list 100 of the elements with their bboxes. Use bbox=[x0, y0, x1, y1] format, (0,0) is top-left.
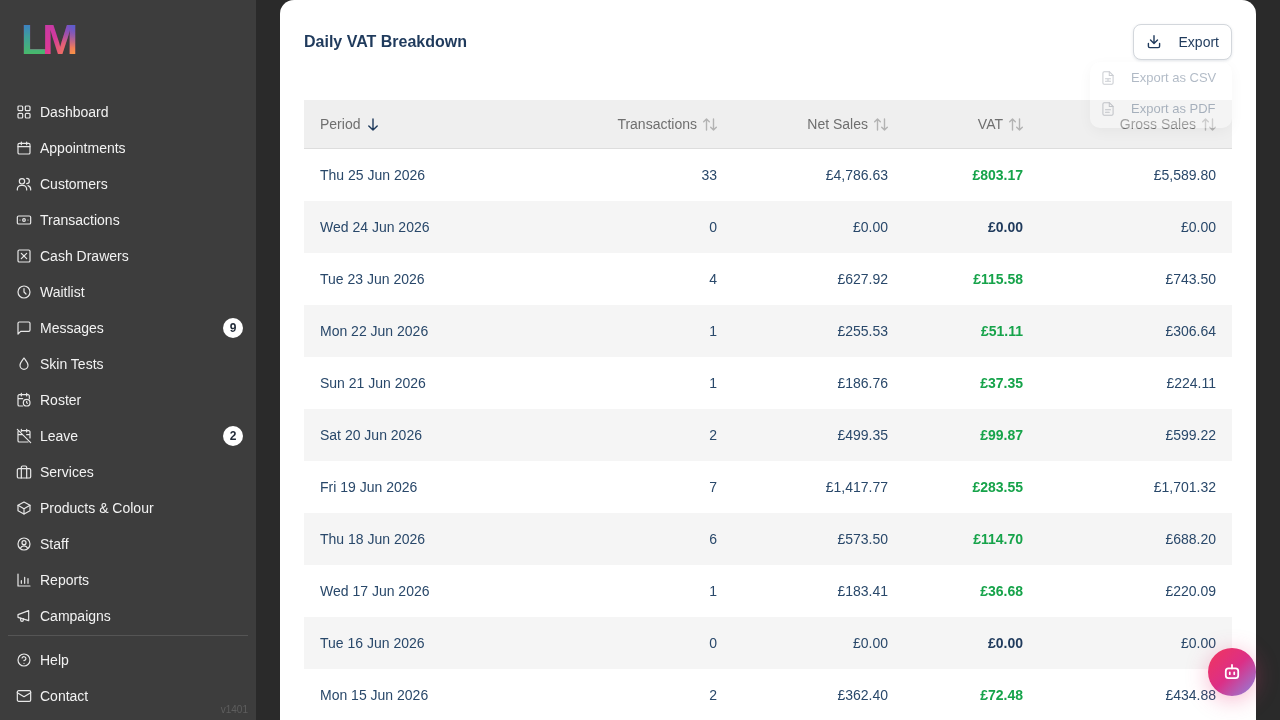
table-cell-text: Mon 22 Jun 2026 bbox=[319, 322, 430, 341]
nav-item[interactable]: Messages 9 bbox=[8, 310, 248, 346]
table-cell-text: £1,417.77 bbox=[824, 478, 889, 497]
calendar-icon bbox=[16, 140, 32, 156]
calendar-off-icon bbox=[16, 428, 32, 444]
nav-item[interactable]: Products & Colour bbox=[8, 490, 248, 526]
table-cell-text: £434.88 bbox=[1164, 686, 1217, 705]
table-cell-text: £0.00 bbox=[1179, 634, 1217, 653]
table-cell-text: £4,786.63 bbox=[824, 166, 889, 185]
table-cell-text: £362.40 bbox=[836, 686, 889, 705]
grid-icon bbox=[16, 104, 32, 120]
table-cell-text: £183.41 bbox=[836, 582, 889, 601]
table-cell-text: Tue 23 Jun 2026 bbox=[319, 270, 426, 289]
table-cell-text: 0 bbox=[708, 634, 718, 653]
report-title: Daily VAT Breakdown bbox=[304, 33, 467, 51]
table-cell-text: £255.53 bbox=[836, 322, 889, 341]
table-cell-text: £51.11 bbox=[979, 322, 1024, 341]
table-cell-text: Tue 16 Jun 2026 bbox=[319, 634, 426, 653]
column-header[interactable]: Net Sales bbox=[807, 116, 888, 132]
table-cell-text: £306.64 bbox=[1164, 322, 1217, 341]
banknote-icon bbox=[16, 212, 32, 228]
calendar-clock-icon bbox=[16, 392, 32, 408]
nav-item[interactable]: Help bbox=[8, 642, 248, 678]
count-badge: 9 bbox=[223, 318, 243, 338]
nav-item[interactable]: Services bbox=[8, 454, 248, 490]
table-cell-text: Mon 15 Jun 2026 bbox=[319, 686, 430, 705]
table-cell-text: £499.35 bbox=[836, 426, 889, 445]
nav-item[interactable]: Roster bbox=[8, 382, 248, 418]
table-cell-text: Sun 21 Jun 2026 bbox=[319, 374, 427, 393]
table-cell-text: £115.58 bbox=[972, 270, 1024, 289]
table-cell-text: 1 bbox=[708, 374, 718, 393]
table-cell-text: £743.50 bbox=[1164, 270, 1217, 289]
nav-item[interactable]: Reports bbox=[8, 562, 248, 598]
nav-item[interactable]: Dashboard bbox=[8, 94, 248, 130]
megaphone-icon bbox=[16, 608, 32, 624]
table-cell-text: £627.92 bbox=[836, 270, 889, 289]
table-cell-text: £0.00 bbox=[986, 218, 1024, 237]
table-cell-text: 6 bbox=[708, 530, 718, 549]
bar-chart-icon bbox=[16, 572, 32, 588]
nav-item[interactable]: Leave 2 bbox=[8, 418, 248, 454]
nav-item[interactable]: Waitlist bbox=[8, 274, 248, 310]
table-cell-text: Fri 19 Jun 2026 bbox=[319, 478, 419, 497]
clock-icon bbox=[16, 284, 32, 300]
table-cell-text: £5,589.80 bbox=[1152, 166, 1217, 185]
table-cell-text: £599.22 bbox=[1164, 426, 1217, 445]
table-cell-text: 33 bbox=[700, 166, 718, 185]
table-cell-text: Sat 20 Jun 2026 bbox=[319, 426, 423, 445]
table-cell-text: £1,701.32 bbox=[1152, 478, 1217, 497]
nav-item[interactable]: Staff bbox=[8, 526, 248, 562]
table-cell-text: £220.09 bbox=[1164, 582, 1217, 601]
table-cell-text: £186.76 bbox=[836, 374, 889, 393]
table-cell-text: £72.48 bbox=[979, 686, 1024, 705]
nav-item[interactable]: Campaigns bbox=[8, 598, 248, 634]
droplet-icon bbox=[16, 356, 32, 372]
table-cell-text: 2 bbox=[708, 686, 718, 705]
table-cell-text: £99.87 bbox=[979, 426, 1024, 445]
table-cell-text: £0.00 bbox=[851, 218, 889, 237]
table-cell-text: 2 bbox=[708, 426, 718, 445]
users-icon bbox=[16, 176, 32, 192]
export-button[interactable]: Export bbox=[1132, 24, 1232, 60]
table-cell-text: Wed 17 Jun 2026 bbox=[319, 582, 431, 601]
table-cell-text: £36.68 bbox=[979, 582, 1024, 601]
nav-item[interactable]: Skin Tests bbox=[8, 346, 248, 382]
table-cell-text: £803.17 bbox=[971, 166, 1024, 185]
table-cell-text: £0.00 bbox=[1179, 218, 1217, 237]
table-cell-text: £224.11 bbox=[1165, 374, 1217, 393]
table-cell-text: £114.70 bbox=[972, 530, 1024, 549]
column-header[interactable]: Transactions bbox=[617, 116, 717, 132]
mail-icon bbox=[16, 688, 32, 704]
spreadsheet-file-icon bbox=[1102, 70, 1114, 85]
download-icon bbox=[1146, 35, 1161, 49]
table-cell-text: £283.55 bbox=[971, 478, 1024, 497]
table-cell-text: 0 bbox=[708, 218, 718, 237]
cube-icon bbox=[16, 500, 32, 516]
table-cell-text: £0.00 bbox=[986, 634, 1024, 653]
table-cell-text: 1 bbox=[708, 582, 718, 601]
column-header[interactable]: Period bbox=[320, 116, 381, 132]
x-square-icon bbox=[16, 248, 32, 264]
user-circle-icon bbox=[16, 536, 32, 552]
table-cell-text: £573.50 bbox=[836, 530, 889, 549]
help-icon bbox=[16, 652, 32, 668]
nav-item[interactable]: Transactions bbox=[8, 202, 248, 238]
table-cell-text: Wed 24 Jun 2026 bbox=[319, 218, 431, 237]
robot-icon bbox=[1224, 664, 1240, 680]
table-cell-text: 7 bbox=[708, 478, 718, 497]
table-cell-text: Thu 25 Jun 2026 bbox=[319, 166, 427, 185]
table-cell-text: 4 bbox=[708, 270, 718, 289]
table-cell-text: £37.35 bbox=[979, 374, 1024, 393]
table-cell-text: Thu 18 Jun 2026 bbox=[319, 530, 427, 549]
column-header[interactable]: VAT bbox=[977, 116, 1023, 132]
message-icon bbox=[16, 320, 32, 336]
table-cell-text: £688.20 bbox=[1164, 530, 1217, 549]
briefcase-icon bbox=[16, 464, 32, 480]
table-cell-text: £0.00 bbox=[851, 634, 889, 653]
nav-item[interactable]: Appointments bbox=[8, 130, 248, 166]
count-badge: 2 bbox=[223, 426, 243, 446]
nav-item[interactable]: Cash Drawers bbox=[8, 238, 248, 274]
document-icon bbox=[1102, 101, 1114, 116]
nav-item[interactable]: Customers bbox=[8, 166, 248, 202]
table-cell-text: 1 bbox=[708, 322, 718, 341]
